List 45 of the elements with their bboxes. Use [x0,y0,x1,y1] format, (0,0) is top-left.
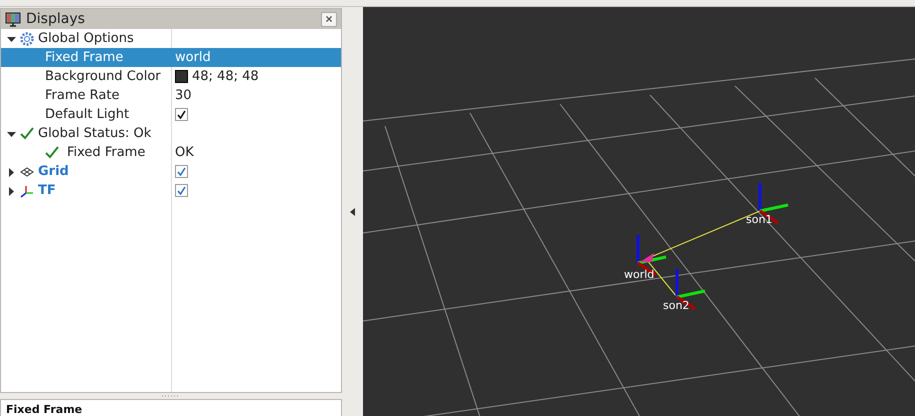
monitor-icon [5,12,21,26]
display-name: Global Options [38,31,134,46]
property-value: OK [175,145,194,160]
display-name: Global Status: Ok [38,126,152,141]
property-name: Fixed Frame [45,50,124,65]
frame-label: world [624,268,654,281]
property-row[interactable]: Fixed Frame OK [1,143,341,162]
checkmark-icon [20,127,34,140]
panel-title: Displays [26,11,86,27]
tree-row[interactable]: TF [1,181,341,200]
close-button[interactable]: × [321,12,337,26]
tree-row[interactable]: Global Status: Ok [1,124,341,143]
gear-icon [20,32,34,46]
checkbox[interactable] [175,184,188,197]
grid-icon [20,166,34,176]
panel-title: Fixed Frame [6,403,82,416]
checkbox[interactable] [175,165,188,178]
property-value: 30 [175,88,192,103]
property-row[interactable]: Background Color 48; 48; 48 [1,67,341,86]
collapse-arrow-icon[interactable] [350,208,355,216]
expand-arrow-icon[interactable] [7,168,16,177]
frame-label: son1 [746,213,772,226]
display-name: Grid [38,164,69,179]
property-name: Default Light [45,107,130,122]
property-row[interactable]: Fixed Frame world [1,48,341,67]
axes-icon [20,184,34,198]
arrow-head-icon [640,253,654,262]
tree-row[interactable]: Grid [1,162,341,181]
property-name: Background Color [45,69,161,84]
property-name: Fixed Frame [67,145,146,160]
expand-arrow-icon[interactable] [7,187,16,196]
display-name: TF [38,183,56,198]
property-value: 48; 48; 48 [192,69,259,84]
collapse-arrow-icon[interactable] [7,130,16,139]
checkbox[interactable] [175,108,188,121]
property-row[interactable]: Frame Rate 30 [1,86,341,105]
3d-viewport[interactable]: son1 world son2 [363,7,915,416]
checkmark-icon [45,146,59,159]
property-value: world [175,50,211,65]
property-name: Frame Rate [45,88,120,103]
collapse-arrow-icon[interactable] [7,35,16,44]
splitter-handle-icon[interactable] [162,395,180,397]
property-row[interactable]: Default Light [1,105,341,124]
frame-label: son2 [663,299,690,312]
tree-row[interactable]: Global Options [1,29,341,48]
